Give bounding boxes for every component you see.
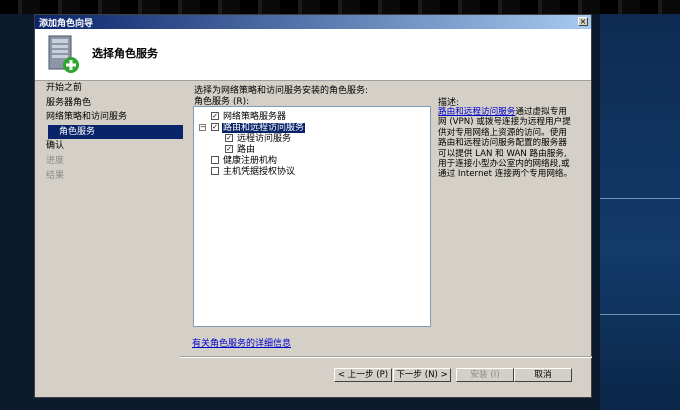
routing-label: 路由 — [237, 145, 256, 155]
rras-checkbox[interactable] — [211, 123, 219, 131]
title-bar[interactable]: 添加角色向导 × — [35, 15, 591, 29]
hcap-label: 主机凭据授权协议 — [223, 167, 296, 177]
collapse-icon[interactable]: − — [199, 124, 206, 131]
window-title: 添加角色向导 — [39, 19, 94, 29]
nav-step-server-roles[interactable]: 服务器角色 — [43, 96, 183, 111]
routing-checkbox[interactable] — [225, 145, 233, 153]
nav-step-before-you-begin[interactable]: 开始之前 — [43, 81, 183, 96]
desktop-divider — [600, 314, 680, 315]
install-button: 安装 (I) — [456, 368, 514, 382]
cancel-button[interactable]: 取消 — [514, 368, 572, 382]
nav-step-nps[interactable]: 网络策略和访问服务 — [43, 110, 183, 125]
tree-item-hcap[interactable]: 主机凭据授权协议 — [194, 167, 430, 177]
role-services-details-link[interactable]: 有关角色服务的详细信息 — [192, 336, 291, 349]
button-separator — [180, 356, 592, 358]
hra-label: 健康注册机构 — [223, 156, 278, 166]
next-button[interactable]: 下一步 (N) > — [393, 368, 451, 382]
desktop-divider — [600, 198, 680, 199]
back-button[interactable]: < 上一步 (P) — [334, 368, 392, 382]
nav-step-role-services[interactable]: 角色服务 — [48, 124, 183, 140]
remote-access-checkbox[interactable] — [225, 134, 233, 142]
hcap-checkbox[interactable] — [211, 167, 219, 175]
tree-item-rras[interactable]: − 路由和远程访问服务 — [194, 123, 430, 133]
nav-step-confirmation[interactable]: 确认 — [43, 139, 183, 154]
nps-label: 网络策略服务器 — [223, 112, 287, 122]
role-services-tree[interactable]: 网络策略服务器 − 路由和远程访问服务 远程访问服务 路由 健康注册机构 主机凭… — [193, 106, 431, 327]
rras-help-link[interactable]: 路由和远程访问服务 — [438, 107, 515, 117]
remote-access-label: 远程访问服务 — [237, 134, 292, 144]
nps-checkbox[interactable] — [211, 112, 219, 120]
description-text: 路由和远程访问服务通过虚拟专用网 (VPN) 或拨号连接为远程用户提供对专用网络… — [438, 107, 574, 180]
wizard-header: 选择角色服务 — [35, 29, 591, 81]
wizard-steps-nav: 开始之前 服务器角色 网络策略和访问服务 角色服务 确认 进度 结果 — [43, 81, 183, 183]
tree-item-remote-access[interactable]: 远程访问服务 — [194, 134, 430, 144]
tree-item-nps[interactable]: 网络策略服务器 — [194, 112, 430, 122]
nav-step-progress: 进度 — [46, 155, 65, 166]
desktop-top-strip — [0, 0, 680, 14]
rras-label: 路由和远程访问服务 — [222, 123, 306, 133]
description-body: 通过虚拟专用网 (VPN) 或拨号连接为远程用户提供对专用网络上资源的访问。使用… — [438, 107, 573, 180]
hra-checkbox[interactable] — [211, 156, 219, 164]
server-add-icon — [48, 35, 79, 73]
tree-item-hra[interactable]: 健康注册机构 — [194, 156, 430, 166]
close-button[interactable]: × — [578, 17, 588, 26]
page-title: 选择角色服务 — [92, 47, 158, 60]
nav-step-results: 结果 — [46, 170, 65, 181]
desktop-background — [600, 14, 680, 410]
tree-item-routing[interactable]: 路由 — [194, 145, 430, 155]
